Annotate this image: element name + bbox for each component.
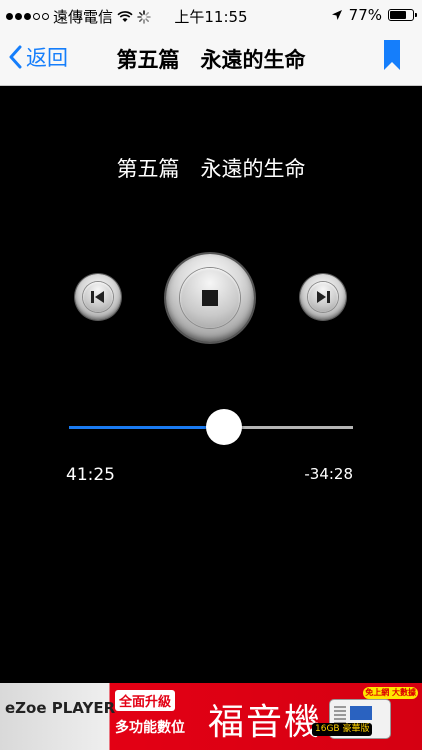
ad-headline: 福音機	[208, 702, 323, 743]
stop-icon	[202, 290, 218, 306]
ad-subtitle: 多功能數位	[115, 720, 185, 736]
progress-slider[interactable]	[69, 409, 353, 445]
battery-icon	[388, 9, 417, 21]
back-label: 返回	[26, 46, 68, 70]
ad-corner-badge: 免上網 大數據	[363, 687, 418, 699]
bookmark-icon	[384, 40, 400, 70]
next-track-icon	[317, 291, 330, 303]
battery-fill	[390, 11, 407, 19]
back-button[interactable]: 返回	[8, 42, 68, 72]
battery-percent: 77%	[348, 6, 382, 24]
wifi-icon	[117, 10, 133, 22]
ad-brand: eZoe PLAYER	[5, 699, 116, 717]
status-left: 遠傳電信	[6, 6, 151, 27]
ad-badge: 全面升級	[115, 690, 176, 711]
chevron-left-icon	[9, 45, 22, 69]
ad-capacity: 16GB 豪華版	[312, 723, 373, 736]
signal-dots-icon	[6, 13, 49, 20]
activity-spinner-icon	[137, 9, 151, 24]
slider-remaining-track	[224, 426, 353, 429]
ad-banner[interactable]: eZoe PLAYER 全面升級 多功能數位 福音機 16GB 豪華版 免上網 …	[0, 683, 422, 750]
navigation-bar: 返回 第五篇 永遠的生命	[0, 30, 422, 86]
location-arrow-icon	[331, 10, 342, 20]
bookmark-button[interactable]	[384, 40, 400, 74]
status-bar: 遠傳電信 上午11:55 77%	[0, 0, 422, 30]
remaining-time: -34:28	[304, 465, 353, 483]
previous-track-button[interactable]	[75, 274, 121, 320]
next-track-button[interactable]	[300, 274, 346, 320]
status-right: 77%	[331, 6, 417, 24]
track-title: 第五篇 永遠的生命	[116, 157, 306, 181]
carrier-name: 遠傳電信	[53, 8, 114, 26]
slider-thumb[interactable]	[206, 409, 242, 445]
slider-played-track	[69, 426, 224, 429]
previous-track-icon	[91, 291, 104, 303]
device-screen	[350, 706, 372, 720]
stop-button[interactable]	[166, 254, 254, 342]
elapsed-time: 41:25	[66, 465, 115, 485]
